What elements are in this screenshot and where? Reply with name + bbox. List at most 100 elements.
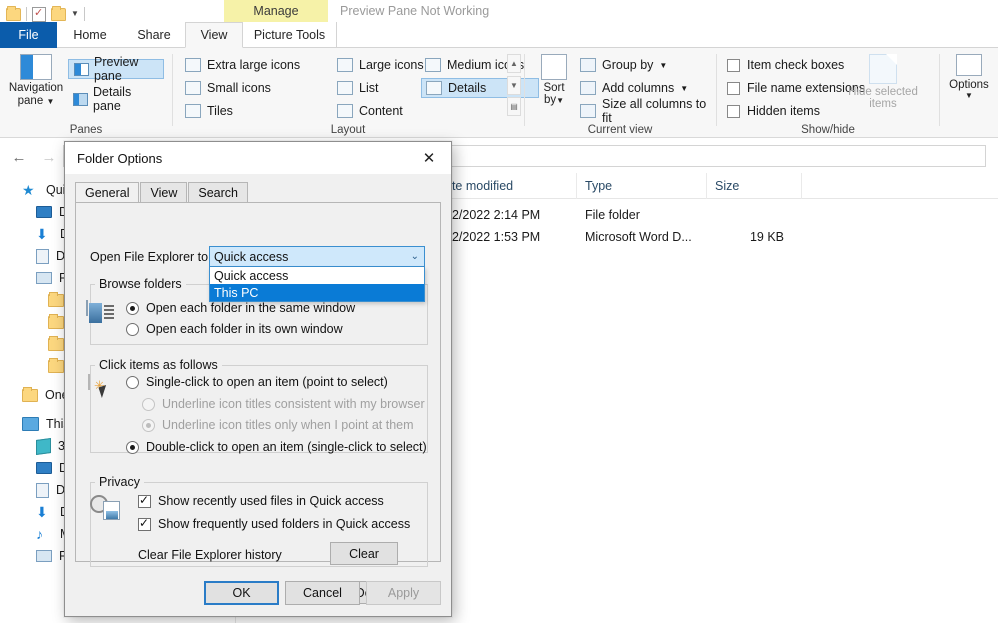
checkbox-icon[interactable] (138, 516, 151, 531)
layout-tiles[interactable]: Tiles (181, 101, 261, 121)
group-by-button[interactable]: Group by ▼ (580, 55, 667, 75)
dropdown-option-quick-access[interactable]: Quick access (210, 267, 424, 284)
radio-icon[interactable] (126, 301, 139, 315)
checkbox-icon[interactable] (727, 58, 740, 72)
radio-icon[interactable] (126, 375, 139, 389)
chevron-down-icon[interactable]: ⌄ (411, 251, 419, 262)
tab-view[interactable]: View (140, 182, 188, 203)
size-all-columns-button[interactable]: Size all columns to fit (580, 97, 716, 125)
back-button[interactable]: ← (10, 148, 28, 166)
close-icon[interactable]: ✕ (407, 142, 451, 174)
open-explorer-combobox[interactable]: Quick access ⌄ (209, 246, 425, 267)
radio-underline-point: Underline icon titles only when I point … (142, 418, 414, 432)
this-pc-icon (22, 417, 39, 431)
ribbon-group-panes: Navigation pane ▼ Preview pane Details p… (0, 48, 172, 138)
properties-icon[interactable] (32, 6, 46, 22)
radio-open-own-window[interactable]: Open each folder in its own window (126, 322, 343, 336)
gallery-expand-icon[interactable]: ▤ (507, 97, 521, 116)
ribbon-group-show-hide: Item check boxes File name extensions Hi… (717, 48, 939, 138)
item-check-boxes-checkbox[interactable]: Item check boxes (727, 55, 844, 75)
manage-contextual-tab[interactable]: Manage (224, 0, 328, 22)
single-click-cursor-icon: ✳ (88, 374, 110, 398)
tab-general[interactable]: General (75, 182, 140, 203)
layout-item-label: List (359, 81, 379, 95)
size-columns-icon (580, 104, 596, 118)
layout-list[interactable]: List (333, 78, 403, 98)
ribbon: Navigation pane ▼ Preview pane Details p… (0, 48, 998, 138)
checkbox-label: Show frequently used folders in Quick ac… (158, 517, 411, 531)
scroll-down-icon[interactable]: ▼ (507, 75, 521, 95)
dropdown-option-this-pc[interactable]: This PC (210, 284, 424, 301)
group-by-label: Group by (602, 58, 654, 72)
navigation-pane-label-line1: Navigation (8, 82, 64, 94)
navigation-pane-button[interactable]: Navigation pane ▼ (8, 54, 64, 120)
open-explorer-dropdown-list[interactable]: Quick access This PC (209, 267, 425, 302)
radio-single-click[interactable]: Single-click to open an item (point to s… (126, 375, 388, 389)
chevron-down-icon[interactable]: ▼ (46, 97, 54, 106)
radio-icon[interactable] (126, 440, 139, 454)
new-folder-icon[interactable] (51, 5, 66, 21)
download-icon: ⬇ (36, 225, 48, 242)
layout-medium-icons[interactable]: Medium icons (421, 55, 539, 75)
radio-label: Single-click to open an item (point to s… (146, 375, 388, 389)
radio-label: Underline icon titles consistent with my… (162, 397, 425, 411)
tiles-icon (185, 104, 201, 118)
column-header-size[interactable]: Size (707, 173, 802, 199)
layout-gallery-scroll[interactable]: ▲ ▼ ▤ (507, 54, 521, 116)
tab-view[interactable]: View (185, 22, 243, 48)
cell-size: 19 KB (749, 230, 784, 244)
scroll-up-icon[interactable]: ▲ (507, 54, 521, 73)
ribbon-group-layout: Extra large icons Large icons Medium ico… (173, 48, 539, 138)
tab-search[interactable]: Search (188, 182, 248, 203)
medium-icons-icon (425, 58, 441, 72)
details-pane-toggle[interactable]: Details pane (68, 85, 164, 113)
customize-caret-icon[interactable]: ▼ (71, 10, 79, 18)
tab-file[interactable]: File (0, 22, 57, 48)
radio-icon[interactable] (126, 322, 139, 336)
layout-small-icons[interactable]: Small icons (181, 78, 291, 98)
chevron-down-icon[interactable]: ▼ (680, 84, 688, 93)
current-view-group-label: Current view (587, 124, 653, 136)
checkbox-icon[interactable] (727, 104, 740, 118)
layout-item-label: Large icons (359, 58, 424, 72)
add-columns-button[interactable]: Add columns ▼ (580, 78, 688, 98)
layout-content[interactable]: Content (333, 101, 428, 121)
hidden-items-checkbox[interactable]: Hidden items (727, 101, 820, 121)
clear-button[interactable]: Clear (330, 542, 398, 565)
tab-home[interactable]: Home (57, 22, 123, 48)
tab-picture-tools[interactable]: Picture Tools (243, 22, 337, 48)
checkbox-recent-files[interactable]: Show recently used files in Quick access (138, 493, 384, 508)
list-icon (337, 81, 353, 95)
folder-icon[interactable] (6, 5, 21, 21)
radio-open-same-window[interactable]: Open each folder in the same window (126, 301, 355, 315)
checkbox-icon[interactable] (138, 493, 151, 508)
radio-underline-browser: Underline icon titles consistent with my… (142, 397, 425, 411)
checkbox-frequent-folders[interactable]: Show frequently used folders in Quick ac… (138, 516, 411, 531)
sort-by-icon (541, 54, 567, 80)
column-header-type[interactable]: Type (577, 173, 707, 199)
chevron-down-icon[interactable]: ▼ (965, 91, 973, 100)
options-button[interactable]: Options ▼ (944, 54, 994, 124)
cancel-button[interactable]: Cancel (285, 581, 360, 605)
ok-button[interactable]: OK (204, 581, 279, 605)
folder-icon (48, 335, 64, 351)
preview-pane-toggle[interactable]: Preview pane (68, 55, 164, 83)
layout-details[interactable]: Details (421, 78, 539, 98)
chevron-down-icon[interactable]: ▼ (659, 61, 667, 70)
layout-extra-large-icons[interactable]: Extra large icons (181, 55, 331, 75)
chevron-down-icon[interactable]: ▼ (556, 96, 564, 105)
dialog-title: Folder Options (77, 150, 163, 166)
apply-button[interactable]: Apply (366, 581, 441, 605)
hide-selected-label-line2: items (869, 98, 897, 110)
dialog-body: General View Search Open File Explorer t… (65, 174, 451, 604)
divider (26, 7, 27, 21)
checkbox-icon[interactable] (727, 81, 740, 95)
pictures-icon (36, 550, 52, 562)
forward-button[interactable]: → (40, 148, 58, 166)
sort-by-button[interactable]: Sort by▼ (532, 54, 576, 120)
folder-options-dialog: Folder Options ✕ General View Search Ope… (64, 141, 452, 617)
tab-file-label: File (18, 28, 39, 42)
radio-double-click[interactable]: Double-click to open an item (single-cli… (126, 440, 427, 454)
tab-share[interactable]: Share (123, 22, 185, 48)
column-header-date-modified[interactable]: ate modified (437, 173, 577, 199)
